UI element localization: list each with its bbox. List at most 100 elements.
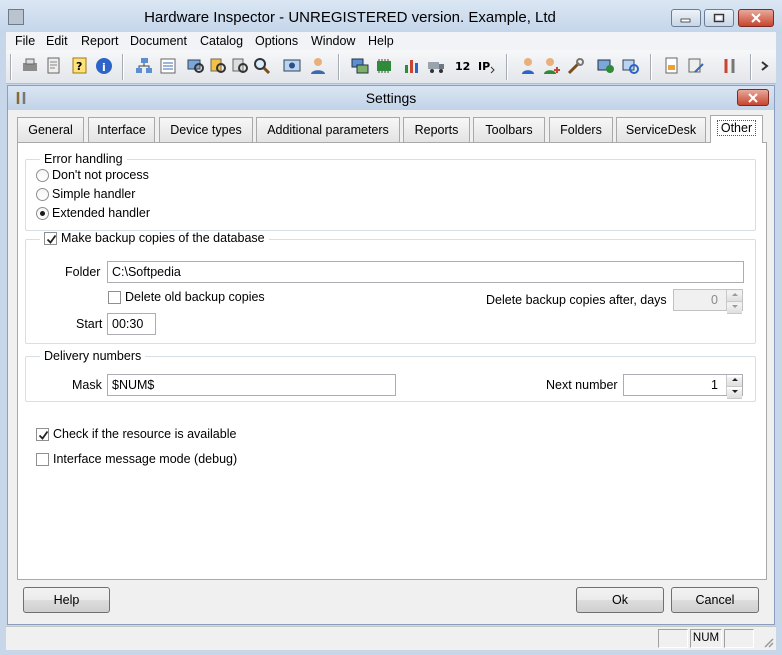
status-panel <box>724 629 754 648</box>
toolbar-separator <box>506 54 508 80</box>
error-handling-legend: Error handling <box>40 152 127 166</box>
next-number-label: Next number <box>546 378 618 392</box>
start-time-input[interactable]: 00:30 <box>107 313 156 335</box>
debug-mode-checkbox[interactable]: Interface message mode (debug) <box>36 452 237 466</box>
help-button[interactable]: Help <box>23 587 110 613</box>
stepper-up[interactable] <box>727 292 742 302</box>
menu-file[interactable]: File <box>15 34 35 48</box>
info-icon: i <box>96 58 112 74</box>
toolbar-computers-button[interactable] <box>350 56 370 76</box>
checkbox-indicator <box>36 427 49 441</box>
toolbar-list-button[interactable] <box>158 56 178 76</box>
chevron-down-icon <box>731 305 738 308</box>
mask-input[interactable]: $NUM$ <box>107 374 396 396</box>
tab-reports[interactable]: Reports <box>403 117 470 142</box>
toolbar-print-button[interactable] <box>20 56 40 76</box>
window-close-button[interactable] <box>738 9 774 27</box>
toolbar: ? i 12 IP <box>6 50 776 84</box>
menu-catalog[interactable]: Catalog <box>200 34 243 48</box>
ok-button[interactable]: Ok <box>576 587 664 613</box>
toolbar-add-person-button[interactable] <box>542 56 562 76</box>
backup-checkbox[interactable]: Make backup copies of the database <box>40 231 269 245</box>
check-resource-checkbox[interactable]: Check if the resource is available <box>36 427 236 441</box>
toolbar-document-button[interactable] <box>44 56 64 76</box>
toolbar-search-button[interactable] <box>252 56 272 76</box>
toolbar-chart-button[interactable] <box>402 56 422 76</box>
toolbar-separator <box>650 54 652 80</box>
delivery-numbers-legend: Delivery numbers <box>40 349 146 363</box>
status-num-lock: NUM <box>690 629 722 648</box>
toolbar-find-doc-button[interactable] <box>230 56 250 76</box>
toolbar-globe-button[interactable] <box>596 56 616 76</box>
menu-edit[interactable]: Edit <box>46 34 68 48</box>
toolbar-refresh-button[interactable] <box>620 56 640 76</box>
toolbar-settings-button[interactable] <box>720 56 740 76</box>
minimize-icon <box>680 18 691 23</box>
tab-other[interactable]: Other <box>710 115 763 143</box>
toolbar-tools-button[interactable] <box>566 56 586 76</box>
toolbar-person-button[interactable] <box>518 56 538 76</box>
close-icon <box>751 13 761 23</box>
tab-additional-parameters[interactable]: Additional parameters <box>256 117 400 142</box>
resize-grip-icon[interactable] <box>762 636 774 648</box>
menu-document[interactable]: Document <box>130 34 187 48</box>
tab-toolbars[interactable]: Toolbars <box>473 117 545 142</box>
close-icon <box>748 93 758 103</box>
svg-text:IP: IP <box>478 60 490 73</box>
toolbar-numbering-button[interactable]: 12 <box>454 56 474 76</box>
toolbar-overflow-button[interactable] <box>758 56 772 76</box>
computers-icon <box>351 58 369 74</box>
delete-old-checkbox[interactable]: Delete old backup copies <box>108 290 265 304</box>
minimize-button[interactable] <box>671 9 701 27</box>
search-document-icon <box>232 58 248 73</box>
checkmark-icon <box>46 234 57 244</box>
delete-after-stepper[interactable] <box>726 290 742 314</box>
checkbox-indicator <box>108 290 121 304</box>
toolbar-info-button[interactable]: i <box>94 56 114 76</box>
folder-input[interactable]: C:\Softpedia <box>107 261 744 283</box>
tab-interface[interactable]: Interface <box>88 117 155 142</box>
radio-simple-handler[interactable]: Simple handler <box>36 187 135 201</box>
tab-servicedesk[interactable]: ServiceDesk <box>616 117 706 142</box>
chip-icon <box>377 59 391 73</box>
toolbar-find-computer-button[interactable] <box>186 56 206 76</box>
toolbar-find-device-button[interactable] <box>208 56 228 76</box>
bar-chart-icon <box>405 60 418 73</box>
globe-monitor-icon <box>597 59 614 73</box>
folder-label: Folder <box>65 265 101 279</box>
chevron-up-icon <box>731 378 738 381</box>
restore-button[interactable] <box>704 9 734 27</box>
toolbar-view-button[interactable] <box>282 56 302 76</box>
delete-after-label: Delete backup copies after, days <box>486 293 667 307</box>
toolbar-memory-button[interactable] <box>374 56 394 76</box>
cancel-button[interactable]: Cancel <box>671 587 759 613</box>
chevron-up-icon <box>731 293 738 296</box>
toolbar-report-button[interactable] <box>662 56 682 76</box>
menu-help[interactable]: Help <box>368 34 394 48</box>
toolbar-edit-button[interactable] <box>686 56 706 76</box>
print-icon <box>23 58 37 71</box>
stepper-up[interactable] <box>727 377 742 387</box>
list-icon <box>160 58 176 74</box>
tab-device-types[interactable]: Device types <box>159 117 253 142</box>
dialog-close-button[interactable] <box>737 89 769 106</box>
radio-dont-process[interactable]: Don't not process <box>36 168 149 182</box>
toolbar-help-button[interactable]: ? <box>70 56 90 76</box>
tab-folders[interactable]: Folders <box>549 117 613 142</box>
toolbar-network-button[interactable] <box>134 56 154 76</box>
next-number-input[interactable]: 1 <box>623 374 743 396</box>
toolbar-truck-button[interactable] <box>426 56 446 76</box>
toolbar-user-button[interactable] <box>308 56 328 76</box>
menu-window[interactable]: Window <box>311 34 355 48</box>
stepper-down[interactable] <box>727 389 742 399</box>
toolbar-ip-button[interactable]: IP <box>476 56 496 76</box>
radio-indicator <box>36 187 49 201</box>
next-number-stepper[interactable] <box>726 375 742 399</box>
svg-text:i: i <box>102 61 106 74</box>
tab-general[interactable]: General <box>17 117 84 142</box>
radio-extended-handler[interactable]: Extended handler <box>36 206 150 220</box>
menu-options[interactable]: Options <box>255 34 298 48</box>
chevron-down-icon <box>731 390 738 393</box>
menu-report[interactable]: Report <box>81 34 119 48</box>
stepper-down[interactable] <box>727 304 742 314</box>
